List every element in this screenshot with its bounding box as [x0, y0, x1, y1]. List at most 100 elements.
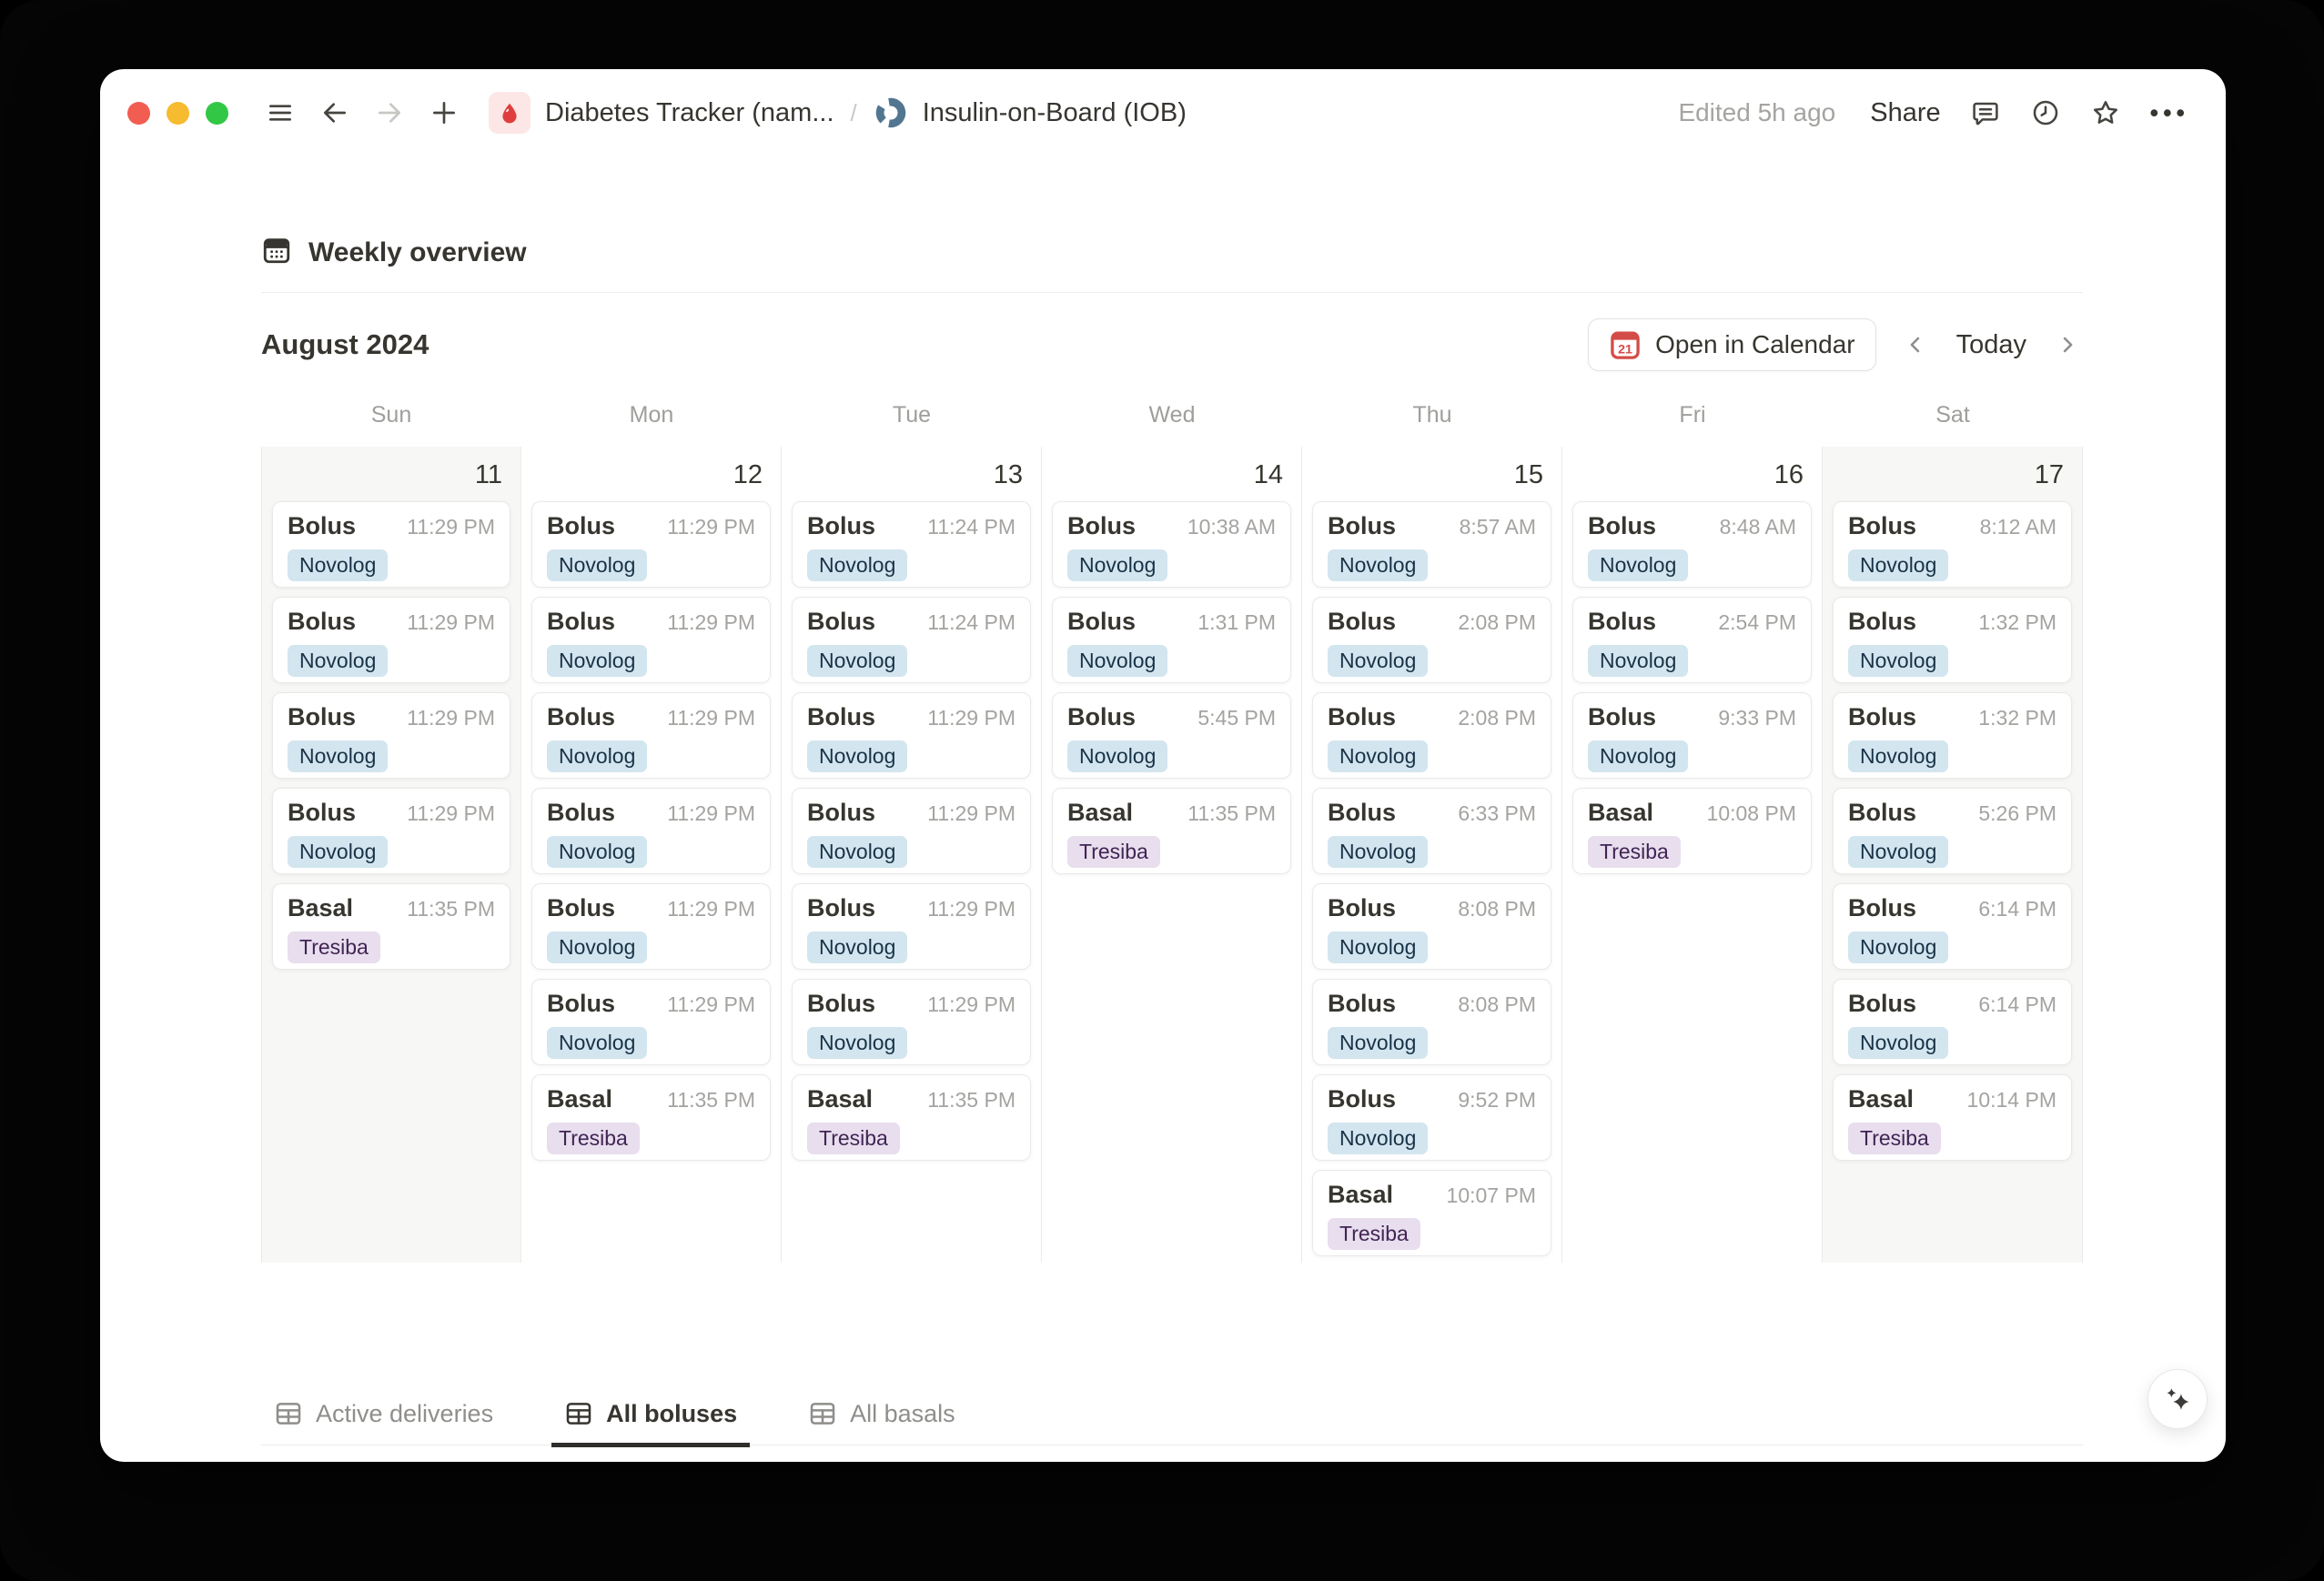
event-card-bolus[interactable]: Bolus 6:14 PM Novolog: [1833, 979, 2072, 1065]
comments-icon[interactable]: [1970, 97, 2001, 128]
event-card-bolus[interactable]: Bolus 8:08 PM Novolog: [1312, 979, 1551, 1065]
event-card-bolus[interactable]: Bolus 11:24 PM Novolog: [792, 597, 1031, 683]
event-list: Bolus 10:38 AM Novolog Bolus 1:31 PM Nov…: [1042, 496, 1301, 874]
open-in-calendar-button[interactable]: 21 Open in Calendar: [1588, 318, 1876, 371]
screen-background: Diabetes Tracker (nam... / Insulin-on-Bo…: [0, 0, 2324, 1581]
event-card-basal[interactable]: Basal 10:08 PM Tresiba: [1572, 788, 1812, 874]
event-card-bolus[interactable]: Bolus 2:54 PM Novolog: [1572, 597, 1812, 683]
event-card-bolus[interactable]: Bolus 11:29 PM Novolog: [531, 597, 771, 683]
day-header-mon: Mon: [629, 402, 674, 428]
event-card-basal[interactable]: Basal 11:35 PM Tresiba: [792, 1074, 1031, 1161]
insulin-tag: Novolog: [547, 836, 648, 868]
ai-assistant-button[interactable]: [2147, 1369, 2208, 1429]
insulin-tag: Tresiba: [547, 1123, 640, 1154]
event-time: 11:29 PM: [407, 610, 495, 634]
event-card-bolus[interactable]: Bolus 11:29 PM Novolog: [792, 883, 1031, 970]
event-card-basal[interactable]: Basal 10:14 PM Tresiba: [1833, 1074, 2072, 1161]
day-number: 15: [1513, 460, 1543, 489]
view-title[interactable]: Weekly overview: [308, 237, 527, 268]
event-card-basal[interactable]: Basal 11:35 PM Tresiba: [1052, 788, 1291, 874]
updates-clock-icon[interactable]: [2030, 97, 2061, 128]
insulin-tag: Novolog: [288, 645, 389, 677]
event-card-bolus[interactable]: Bolus 8:48 AM Novolog: [1572, 501, 1812, 588]
event-card-bolus[interactable]: Bolus 1:32 PM Novolog: [1833, 597, 2072, 683]
day-number: 12: [733, 460, 763, 489]
event-card-bolus[interactable]: Bolus 2:08 PM Novolog: [1312, 597, 1551, 683]
event-card-bolus[interactable]: Bolus 6:14 PM Novolog: [1833, 883, 2072, 970]
insulin-tag: Novolog: [547, 931, 648, 963]
event-card-bolus[interactable]: Bolus 8:57 AM Novolog: [1312, 501, 1551, 588]
today-button[interactable]: Today: [1956, 330, 2026, 360]
event-card-bolus[interactable]: Bolus 9:33 PM Novolog: [1572, 692, 1812, 779]
event-title: Basal: [1848, 1085, 1915, 1113]
calendar-view-icon: [261, 235, 292, 270]
donut-chart-icon: [874, 96, 908, 130]
event-card-bolus[interactable]: Bolus 11:29 PM Novolog: [531, 692, 771, 779]
breadcrumb-page[interactable]: Insulin-on-Board (IOB): [923, 98, 1187, 128]
new-page-icon[interactable]: [429, 97, 460, 128]
event-card-bolus[interactable]: Bolus 11:29 PM Novolog: [272, 597, 510, 683]
tab-active-deliveries[interactable]: Active deliveries: [261, 1399, 506, 1447]
event-card-bolus[interactable]: Bolus 11:29 PM Novolog: [531, 979, 771, 1065]
back-arrow-icon[interactable]: [319, 97, 350, 128]
day-column-11: 11 Bolus 11:29 PM Novolog Bolus 11:29 PM…: [261, 447, 521, 1263]
event-card-bolus[interactable]: Bolus 1:31 PM Novolog: [1052, 597, 1291, 683]
event-card-bolus[interactable]: Bolus 11:29 PM Novolog: [272, 692, 510, 779]
event-card-bolus[interactable]: Bolus 8:08 PM Novolog: [1312, 883, 1551, 970]
insulin-tag: Novolog: [1328, 549, 1429, 581]
day-column-15: 15 Bolus 8:57 AM Novolog Bolus 2:08 PM N…: [1302, 447, 1562, 1263]
table-icon: [276, 1403, 301, 1425]
event-list: Bolus 8:12 AM Novolog Bolus 1:32 PM Novo…: [1823, 496, 2082, 1161]
event-card-bolus[interactable]: Bolus 6:33 PM Novolog: [1312, 788, 1551, 874]
tab-all-basals[interactable]: All basals: [795, 1399, 968, 1447]
event-card-bolus[interactable]: Bolus 10:38 AM Novolog: [1052, 501, 1291, 588]
event-card-bolus[interactable]: Bolus 11:24 PM Novolog: [792, 501, 1031, 588]
event-card-bolus[interactable]: Bolus 5:45 PM Novolog: [1052, 692, 1291, 779]
event-card-bolus[interactable]: Bolus 9:52 PM Novolog: [1312, 1074, 1551, 1161]
event-card-bolus[interactable]: Bolus 11:29 PM Novolog: [531, 788, 771, 874]
insulin-tag: Tresiba: [288, 931, 380, 963]
event-card-bolus[interactable]: Bolus 8:12 AM Novolog: [1833, 501, 2072, 588]
event-card-bolus[interactable]: Bolus 11:29 PM Novolog: [792, 979, 1031, 1065]
forward-arrow-icon[interactable]: [374, 97, 405, 128]
event-card-bolus[interactable]: Bolus 11:29 PM Novolog: [272, 788, 510, 874]
sidebar-menu-icon[interactable]: [265, 97, 296, 128]
day-number: 14: [1253, 460, 1283, 489]
day-header-fri: Fri: [1679, 402, 1706, 428]
close-window-button[interactable]: [127, 101, 150, 125]
event-card-bolus[interactable]: Bolus 11:29 PM Novolog: [792, 692, 1031, 779]
minimize-window-button[interactable]: [167, 101, 189, 125]
favorite-star-icon[interactable]: [2090, 97, 2121, 128]
prev-week-chevron-icon[interactable]: [1900, 329, 1931, 360]
event-time: 11:24 PM: [927, 515, 1015, 539]
divider: [261, 292, 2083, 293]
day-column-16: 16 Bolus 8:48 AM Novolog Bolus 2:54 PM N…: [1562, 447, 1823, 1263]
breadcrumb-workspace[interactable]: Diabetes Tracker (nam...: [545, 98, 834, 128]
day-number: 17: [2034, 460, 2064, 489]
event-card-bolus[interactable]: Bolus 5:26 PM Novolog: [1833, 788, 2072, 874]
event-card-bolus[interactable]: Bolus 11:29 PM Novolog: [531, 883, 771, 970]
event-card-basal[interactable]: Basal 10:07 PM Tresiba: [1312, 1170, 1551, 1256]
tab-all-boluses[interactable]: All boluses: [551, 1399, 751, 1447]
zoom-window-button[interactable]: [206, 101, 228, 125]
sparkle-icon: [2167, 1388, 2189, 1410]
event-time: 11:29 PM: [667, 706, 755, 730]
insulin-tag: Novolog: [288, 836, 389, 868]
event-card-bolus[interactable]: Bolus 2:08 PM Novolog: [1312, 692, 1551, 779]
svg-text:21: 21: [1618, 343, 1632, 357]
day-number: 16: [1773, 460, 1804, 489]
next-week-chevron-icon[interactable]: [2052, 329, 2083, 360]
event-card-basal[interactable]: Basal 11:35 PM Tresiba: [531, 1074, 771, 1161]
day-column-17: 17 Bolus 8:12 AM Novolog Bolus 1:32 PM N…: [1823, 447, 2083, 1263]
event-card-bolus[interactable]: Bolus 11:29 PM Novolog: [792, 788, 1031, 874]
more-options-icon[interactable]: •••: [2150, 99, 2189, 127]
event-card-bolus[interactable]: Bolus 11:29 PM Novolog: [531, 501, 771, 588]
insulin-tag: Novolog: [1328, 836, 1429, 868]
event-list: Bolus 8:57 AM Novolog Bolus 2:08 PM Novo…: [1302, 496, 1561, 1256]
event-card-basal[interactable]: Basal 11:35 PM Tresiba: [272, 883, 510, 970]
insulin-tag: Novolog: [1848, 931, 1949, 963]
event-card-bolus[interactable]: Bolus 11:29 PM Novolog: [272, 501, 510, 588]
event-title: Bolus: [288, 799, 357, 826]
share-button[interactable]: Share: [1870, 98, 1940, 128]
event-card-bolus[interactable]: Bolus 1:32 PM Novolog: [1833, 692, 2072, 779]
